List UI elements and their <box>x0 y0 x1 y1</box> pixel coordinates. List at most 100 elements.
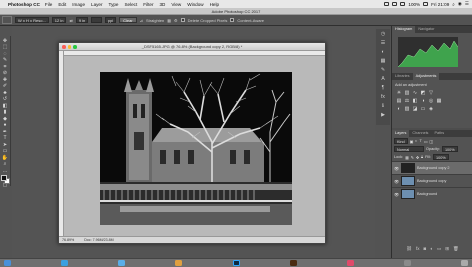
threshold-icon[interactable]: ◪ <box>412 106 418 112</box>
styles-panel-icon[interactable]: fx <box>380 94 387 100</box>
tab-layers[interactable]: Layers <box>392 130 410 137</box>
info-panel-icon[interactable]: ℹ <box>380 103 387 109</box>
menu-layer[interactable]: Layer <box>91 2 103 7</box>
color-balance-icon[interactable]: ⚖ <box>404 98 410 104</box>
siri-icon[interactable]: ◉ <box>458 1 462 7</box>
mail-dock-icon[interactable] <box>118 260 126 266</box>
exposure-icon[interactable]: ◩ <box>420 90 426 96</box>
battery-icon[interactable] <box>423 2 429 6</box>
dodge-tool-icon[interactable]: ● <box>2 122 9 128</box>
resolution-field[interactable] <box>91 17 102 23</box>
lock-all-icon[interactable]: 🔒︎ <box>421 155 423 159</box>
layer-background[interactable]: 👁︎ Background <box>392 187 472 200</box>
tab-adjustments[interactable]: Adjustments <box>412 73 440 80</box>
type-tool-icon[interactable]: T <box>2 135 9 141</box>
blend-mode-select[interactable]: Normal <box>394 146 424 152</box>
bridge-dock-icon[interactable] <box>289 260 297 266</box>
notifications-icon[interactable]: ☰ <box>465 1 469 7</box>
menu-type[interactable]: Type <box>109 2 119 7</box>
levels-icon[interactable]: ▥ <box>404 90 410 96</box>
clear-button[interactable]: Clear <box>119 17 137 23</box>
document-size[interactable]: Doc: 7.96M/23.8M <box>84 237 113 243</box>
history-panel-icon[interactable]: ◷ <box>380 31 387 37</box>
height-field[interactable]: 9 in <box>75 17 89 23</box>
resolution-unit-select[interactable]: ppi <box>104 17 117 23</box>
menu-image[interactable]: Image <box>72 2 85 7</box>
filter-pixel-icon[interactable]: ▣ <box>410 139 414 144</box>
tab-histogram[interactable]: Histogram <box>392 26 416 33</box>
tab-navigator[interactable]: Navigator <box>415 26 437 33</box>
filter-adjustment-icon[interactable]: ◐ <box>415 139 417 143</box>
width-field[interactable]: 12 in <box>51 17 67 23</box>
visibility-eye-icon[interactable]: 👁︎ <box>394 179 399 184</box>
filter-type-icon[interactable]: T <box>420 139 422 143</box>
menu-edit[interactable]: Edit <box>58 2 66 7</box>
quick-select-tool-icon[interactable]: ✎ <box>2 57 9 63</box>
delete-cropped-checkbox[interactable] <box>180 18 185 22</box>
clone-stamp-tool-icon[interactable]: ♣ <box>2 90 9 96</box>
selective-color-icon[interactable]: ◈ <box>428 106 434 112</box>
new-layer-icon[interactable]: ⊞ <box>445 246 449 253</box>
menu-file[interactable]: File <box>45 2 52 7</box>
marquee-tool-icon[interactable]: ⬚ <box>2 44 9 50</box>
swatches-panel-icon[interactable]: ▦ <box>380 58 387 64</box>
menu-3d[interactable]: 3D <box>159 2 165 7</box>
hue-saturation-icon[interactable]: ▤ <box>396 98 402 104</box>
color-lookup-icon[interactable]: ▦ <box>436 98 442 104</box>
brightness-contrast-icon[interactable]: ☀ <box>396 90 402 96</box>
menu-help[interactable]: Help <box>210 2 219 7</box>
battery-percent[interactable]: 100% <box>408 2 420 7</box>
gradient-tool-icon[interactable]: ▮ <box>2 109 9 115</box>
layer-style-icon[interactable]: fx <box>416 246 420 253</box>
lock-position-icon[interactable]: ✥ <box>416 155 419 160</box>
history-brush-tool-icon[interactable]: ↺ <box>2 96 9 102</box>
channel-mixer-icon[interactable]: ◎ <box>428 98 434 104</box>
brush-tool-icon[interactable]: ✐ <box>2 83 9 89</box>
paragraph-panel-icon[interactable]: ¶ <box>380 85 387 91</box>
overlay-icon[interactable]: ▦ <box>167 18 171 23</box>
curves-icon[interactable]: ∿ <box>412 90 418 96</box>
clock[interactable]: Fri 21:09 <box>431 2 449 7</box>
visibility-eye-icon[interactable]: 👁︎ <box>394 166 399 171</box>
inverted-church-photo[interactable] <box>100 72 292 225</box>
move-tool-icon[interactable]: ✥ <box>2 38 9 44</box>
pen-tool-icon[interactable]: ✒ <box>2 129 9 135</box>
blur-tool-icon[interactable]: ◆ <box>2 116 9 122</box>
tab-channels[interactable]: Channels <box>409 130 431 137</box>
layer-kind-filter[interactable]: Kind <box>394 138 408 144</box>
color-panel-icon[interactable]: ◐ <box>380 49 387 55</box>
straighten-icon[interactable]: ⊿ <box>140 18 143 23</box>
hand-tool-icon[interactable]: ✋ <box>2 155 9 161</box>
filter-smart-icon[interactable]: ◫ <box>429 139 433 144</box>
link-layers-icon[interactable]: ⛓ <box>406 246 412 253</box>
delete-layer-icon[interactable]: 🗑︎ <box>453 246 459 253</box>
crop-tool-icon[interactable]: ⌗ <box>2 64 9 70</box>
crop-tool-preset-icon[interactable] <box>2 16 12 24</box>
lock-transparent-icon[interactable]: ▦ <box>405 155 409 160</box>
zoom-window-button[interactable] <box>73 45 77 49</box>
menu-app-name[interactable]: Photoshop CC <box>8 2 40 7</box>
more-tools-icon[interactable]: … <box>2 168 9 174</box>
lock-image-icon[interactable]: ✎ <box>411 155 414 160</box>
new-group-icon[interactable]: ▭ <box>437 246 441 253</box>
layer-background-copy-2[interactable]: 👁︎ Background copy 2 <box>392 161 472 174</box>
photoshop-dock-icon[interactable] <box>232 260 240 266</box>
foreground-color-swatch[interactable] <box>0 174 7 181</box>
search-icon[interactable]: ⌕ <box>452 2 455 7</box>
volume-icon[interactable] <box>400 2 406 6</box>
brush-panel-icon[interactable]: ✎ <box>380 67 387 73</box>
fill-field[interactable]: 100% <box>432 154 449 160</box>
document-title-bar[interactable]: _DSF5165.JPG @ 76.8% (Background copy 2,… <box>59 43 325 51</box>
vibrance-icon[interactable]: ▽ <box>428 90 434 96</box>
finder-dock-icon[interactable] <box>4 260 11 266</box>
close-window-button[interactable] <box>62 45 66 49</box>
path-select-tool-icon[interactable]: ➤ <box>2 142 9 148</box>
settings-gear-icon[interactable]: ⚙ <box>174 18 178 23</box>
posterize-icon[interactable]: ▨ <box>404 106 410 112</box>
straighten-label[interactable]: Straighten <box>146 18 164 23</box>
opacity-field[interactable]: 100% <box>441 146 458 152</box>
canvas[interactable] <box>64 56 325 236</box>
trash-dock-icon[interactable] <box>461 260 468 266</box>
tab-paths[interactable]: Paths <box>431 130 447 137</box>
dropbox-icon[interactable] <box>384 2 390 6</box>
